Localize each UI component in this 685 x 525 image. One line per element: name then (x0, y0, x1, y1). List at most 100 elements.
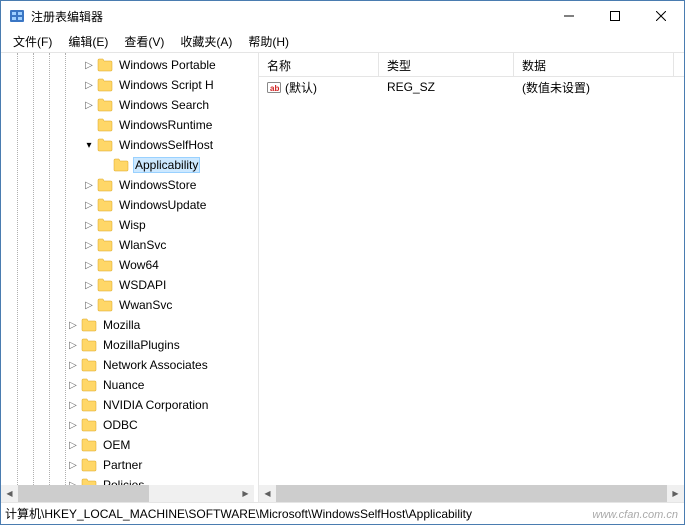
folder-icon (81, 318, 97, 332)
column-header[interactable]: 名称 (259, 53, 379, 76)
tree-item-label: NVIDIA Corporation (101, 397, 210, 413)
tree-item-label: WindowsStore (117, 177, 198, 193)
column-header[interactable]: 类型 (379, 53, 514, 76)
tree-item[interactable]: ▷ NVIDIA Corporation (1, 395, 254, 415)
expand-icon[interactable]: ▷ (65, 457, 81, 473)
cell-type: REG_SZ (379, 80, 514, 94)
folder-icon (97, 278, 113, 292)
tree-item[interactable]: ▷ WindowsUpdate (1, 195, 254, 215)
scroll-left-button[interactable]: ◀ (259, 485, 276, 502)
tree-item[interactable]: ▷Policies (1, 475, 254, 485)
expand-icon[interactable]: ▷ (65, 357, 81, 373)
expand-icon[interactable]: ▷ (81, 77, 97, 93)
expand-icon[interactable]: ▷ (65, 417, 81, 433)
tree-item-label: WindowsUpdate (117, 197, 208, 213)
registry-tree[interactable]: ▷Windows Portable▷Windows Script H▷Windo… (1, 53, 254, 485)
tree-item[interactable]: ▷ Wow64 (1, 255, 254, 275)
tree-item[interactable]: ▷ Partner (1, 455, 254, 475)
list-horizontal-scrollbar[interactable]: ◀ ▶ (259, 485, 684, 502)
expand-icon[interactable]: ▷ (65, 437, 81, 453)
tree-item[interactable]: ▷ WSDAPI (1, 275, 254, 295)
tree-item[interactable]: Applicability (1, 155, 254, 175)
tree-item[interactable]: ▷ Windows Portable (1, 55, 254, 75)
tree-scroll[interactable]: ▷Windows Portable▷Windows Script H▷Windo… (1, 53, 254, 485)
folder-icon (81, 438, 97, 452)
tree-item-label: Nuance (101, 377, 146, 393)
folder-icon (97, 218, 113, 232)
tree-item-label: MozillaPlugins (101, 337, 182, 353)
tree-item[interactable]: ▷Wisp (1, 215, 254, 235)
tree-item[interactable]: ▷ WlanSvc (1, 235, 254, 255)
scroll-track[interactable] (18, 485, 237, 502)
folder-icon (97, 98, 113, 112)
scroll-thumb[interactable] (18, 485, 149, 502)
tree-item[interactable]: ▷ Network Associates (1, 355, 254, 375)
tree-item[interactable]: ▷ODBC (1, 415, 254, 435)
tree-item-label: Network Associates (101, 357, 210, 373)
expand-icon[interactable]: ▷ (81, 257, 97, 273)
menubar: 文件(F)编辑(E)查看(V)收藏夹(A)帮助(H) (1, 31, 684, 53)
tree-item[interactable]: ▷ OEM (1, 435, 254, 455)
titlebar[interactable]: 注册表编辑器 (1, 1, 684, 31)
expand-icon[interactable]: ▷ (81, 237, 97, 253)
expand-icon[interactable]: ▷ (81, 57, 97, 73)
tree-item[interactable]: ▷ Nuance (1, 375, 254, 395)
tree-item-label: OEM (101, 437, 132, 453)
expand-icon[interactable]: ▷ (81, 177, 97, 193)
scroll-left-button[interactable]: ◀ (1, 485, 18, 502)
expand-icon[interactable]: ▷ (65, 377, 81, 393)
tree-item[interactable]: WindowsRuntime (1, 115, 254, 135)
menu-item[interactable]: 编辑(E) (60, 31, 116, 52)
tree-item-label: WindowsSelfHost (117, 137, 215, 153)
expand-icon[interactable]: ▷ (81, 277, 97, 293)
tree-item-label: Wow64 (117, 257, 161, 273)
scroll-right-button[interactable]: ▶ (667, 485, 684, 502)
tree-item-label: WSDAPI (117, 277, 168, 293)
folder-icon (81, 398, 97, 412)
menu-item[interactable]: 文件(F) (5, 31, 60, 52)
expand-icon[interactable]: ▷ (81, 297, 97, 313)
expand-icon[interactable]: ▷ (65, 477, 81, 485)
status-path: 计算机\HKEY_LOCAL_MACHINE\SOFTWARE\Microsof… (5, 505, 472, 522)
tree-item[interactable]: ▷ Windows Search (1, 95, 254, 115)
tree-item[interactable]: ▷ MozillaPlugins (1, 335, 254, 355)
tree-item-label: Windows Search (117, 97, 211, 113)
minimize-button[interactable] (546, 1, 592, 31)
expand-icon[interactable]: ▷ (65, 337, 81, 353)
tree-item-label: WlanSvc (117, 237, 168, 253)
tree-item[interactable]: ▷Mozilla (1, 315, 254, 335)
tree-item[interactable]: ▷ WindowsStore (1, 175, 254, 195)
folder-icon (97, 138, 113, 152)
column-header[interactable]: 数据 (514, 53, 674, 76)
tree-item[interactable]: ▾ WindowsSelfHost (1, 135, 254, 155)
collapse-icon[interactable]: ▾ (81, 137, 97, 153)
maximize-button[interactable] (592, 1, 638, 31)
list-pane: 名称类型数据 ab(默认)REG_SZ(数值未设置) ◀ ▶ (258, 53, 684, 502)
tree-item[interactable]: ▷WwanSvc (1, 295, 254, 315)
tree-item[interactable]: ▷Windows Script H (1, 75, 254, 95)
scroll-track[interactable] (276, 485, 667, 502)
folder-icon (81, 458, 97, 472)
menu-item[interactable]: 帮助(H) (240, 31, 297, 52)
tree-item-label: Windows Portable (117, 57, 218, 73)
expand-icon[interactable]: ▷ (81, 97, 97, 113)
folder-icon (97, 58, 113, 72)
menu-item[interactable]: 查看(V) (116, 31, 172, 52)
expand-icon[interactable]: ▷ (81, 197, 97, 213)
tree-horizontal-scrollbar[interactable]: ◀ ▶ (1, 485, 254, 502)
expand-icon[interactable]: ▷ (65, 317, 81, 333)
tree-item-label: Partner (101, 457, 144, 473)
scroll-thumb[interactable] (276, 485, 667, 502)
close-button[interactable] (638, 1, 684, 31)
folder-icon (81, 478, 97, 485)
list-row[interactable]: ab(默认)REG_SZ(数值未设置) (259, 77, 684, 97)
expand-icon[interactable]: ▷ (65, 397, 81, 413)
list-header: 名称类型数据 (259, 53, 684, 77)
list-body[interactable]: ab(默认)REG_SZ(数值未设置) (259, 77, 684, 485)
folder-icon (97, 198, 113, 212)
cell-data: (数值未设置) (514, 79, 674, 96)
menu-item[interactable]: 收藏夹(A) (172, 31, 240, 52)
expand-icon[interactable]: ▷ (81, 217, 97, 233)
scroll-right-button[interactable]: ▶ (237, 485, 254, 502)
folder-icon (97, 298, 113, 312)
